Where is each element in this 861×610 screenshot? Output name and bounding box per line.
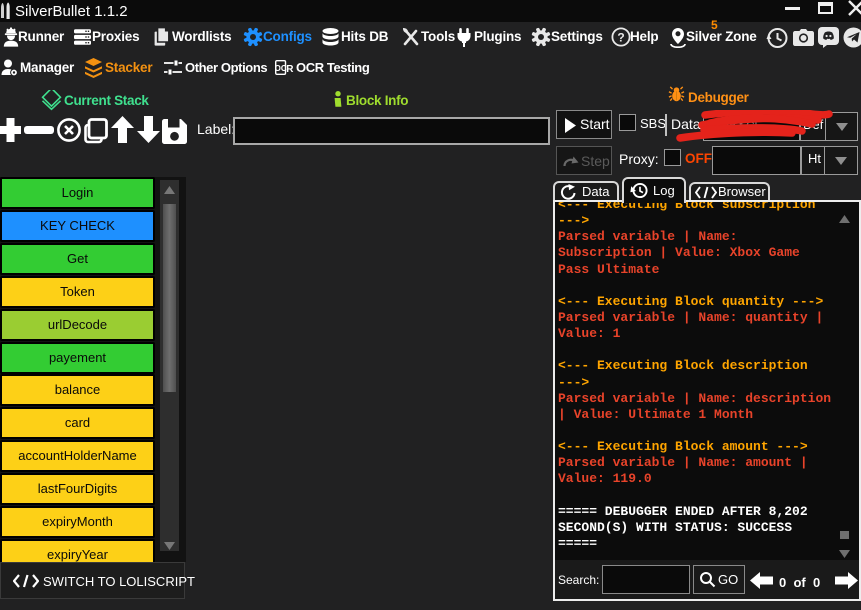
svg-text:R: R [286,64,294,75]
svg-text:OC: OC [275,64,287,73]
svg-text:?: ? [617,31,624,45]
